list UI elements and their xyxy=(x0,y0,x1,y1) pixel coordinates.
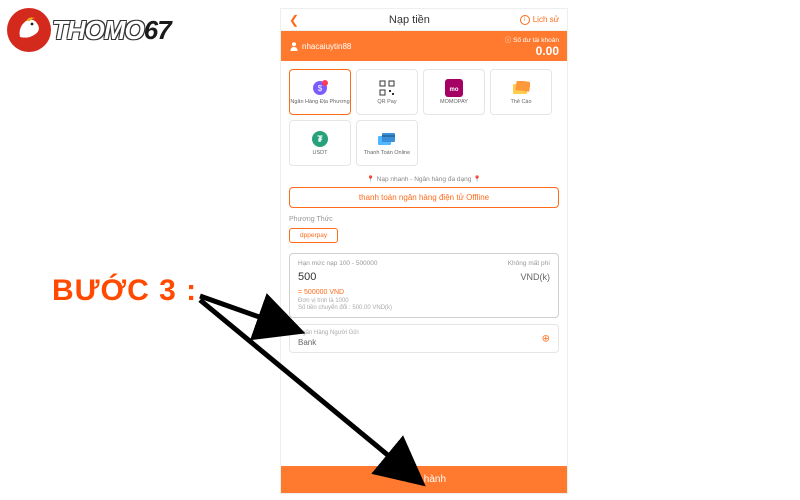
card-icon xyxy=(512,79,530,97)
app-screen: ❮ Nạp tiền i Lịch sử nhacaiuytin88 ⓘ Số … xyxy=(280,8,568,494)
proceed-button[interactable]: Tiến hành xyxy=(281,466,567,493)
method-usdt[interactable]: ₮ USDT xyxy=(289,120,351,166)
step-callout: BƯỚC 3 : xyxy=(52,274,197,308)
username: nhacaiuytin88 xyxy=(302,42,351,51)
history-link[interactable]: i Lịch sử xyxy=(520,15,559,25)
svg-text:mo: mo xyxy=(450,87,459,93)
amount-converted: = 500000 VND xyxy=(298,289,550,296)
amount-value[interactable]: 500 xyxy=(298,271,316,283)
user-icon xyxy=(289,41,299,51)
provider-chip[interactable]: dpperpay xyxy=(289,228,338,243)
method-qr-pay[interactable]: QR Pay xyxy=(356,69,418,115)
momo-icon: mo xyxy=(445,79,463,97)
amount-input-box[interactable]: Hạn mức nạp 100 - 500000 Không mất phí 5… xyxy=(289,253,559,318)
svg-text:$: $ xyxy=(318,84,323,93)
amount-note-1: Đơn vị tính là 1000 xyxy=(298,298,550,304)
amount-limit-text: Hạn mức nạp 100 - 500000 xyxy=(298,260,378,267)
tagline: 📍 Nạp nhanh - Ngân hàng đa dạng 📍 xyxy=(281,174,567,187)
logo-text: THOMO67 xyxy=(52,15,171,46)
offline-bank-button[interactable]: thanh toán ngân hàng điện tử Offline xyxy=(289,187,559,208)
balance-label: ⓘ Số dư tài khoản xyxy=(505,34,559,44)
balance-value: 0.00 xyxy=(505,44,559,58)
method-local-bank[interactable]: $ Ngân Hàng Địa Phương xyxy=(289,69,351,115)
pin-icon: 📍 xyxy=(367,176,375,183)
bank-select-box[interactable]: Ngân Hàng Người Gửi Bank ⊕ xyxy=(289,324,559,353)
add-bank-icon[interactable]: ⊕ xyxy=(542,333,550,344)
amount-note-2: Số tiền chuyển đổi : 500.00 VND(k) xyxy=(298,305,550,311)
cards-icon xyxy=(378,130,396,148)
amount-unit: VND(k) xyxy=(521,272,551,282)
bank-field-label: Ngân Hàng Người Gửi xyxy=(298,330,550,336)
site-logo: THOMO67 xyxy=(6,6,206,54)
method-scratch-card[interactable]: Thẻ Cào xyxy=(490,69,552,115)
app-header: ❮ Nạp tiền i Lịch sử xyxy=(281,9,567,31)
user-balance-strip: nhacaiuytin88 ⓘ Số dư tài khoản 0.00 xyxy=(281,31,567,61)
back-icon[interactable]: ❮ xyxy=(289,13,299,27)
page-title: Nạp tiền xyxy=(299,14,520,26)
rooster-logo-icon xyxy=(6,7,52,53)
method-online-payment[interactable]: Thanh Toán Online xyxy=(356,120,418,166)
pin-icon: 📍 xyxy=(473,176,481,183)
bank-icon: $ xyxy=(311,79,329,97)
qr-icon xyxy=(378,79,396,97)
provider-section-label: Phương Thức xyxy=(281,214,567,225)
svg-text:₮: ₮ xyxy=(317,134,323,144)
clock-icon: i xyxy=(520,15,530,25)
bank-selected-value: Bank xyxy=(298,338,550,347)
method-momopay[interactable]: mo MOMOPAY xyxy=(423,69,485,115)
payment-methods-grid: $ Ngân Hàng Địa Phương QR Pay mo MOMOPAY… xyxy=(281,61,567,174)
usdt-icon: ₮ xyxy=(311,130,329,148)
amount-fee-text: Không mất phí xyxy=(508,260,550,267)
